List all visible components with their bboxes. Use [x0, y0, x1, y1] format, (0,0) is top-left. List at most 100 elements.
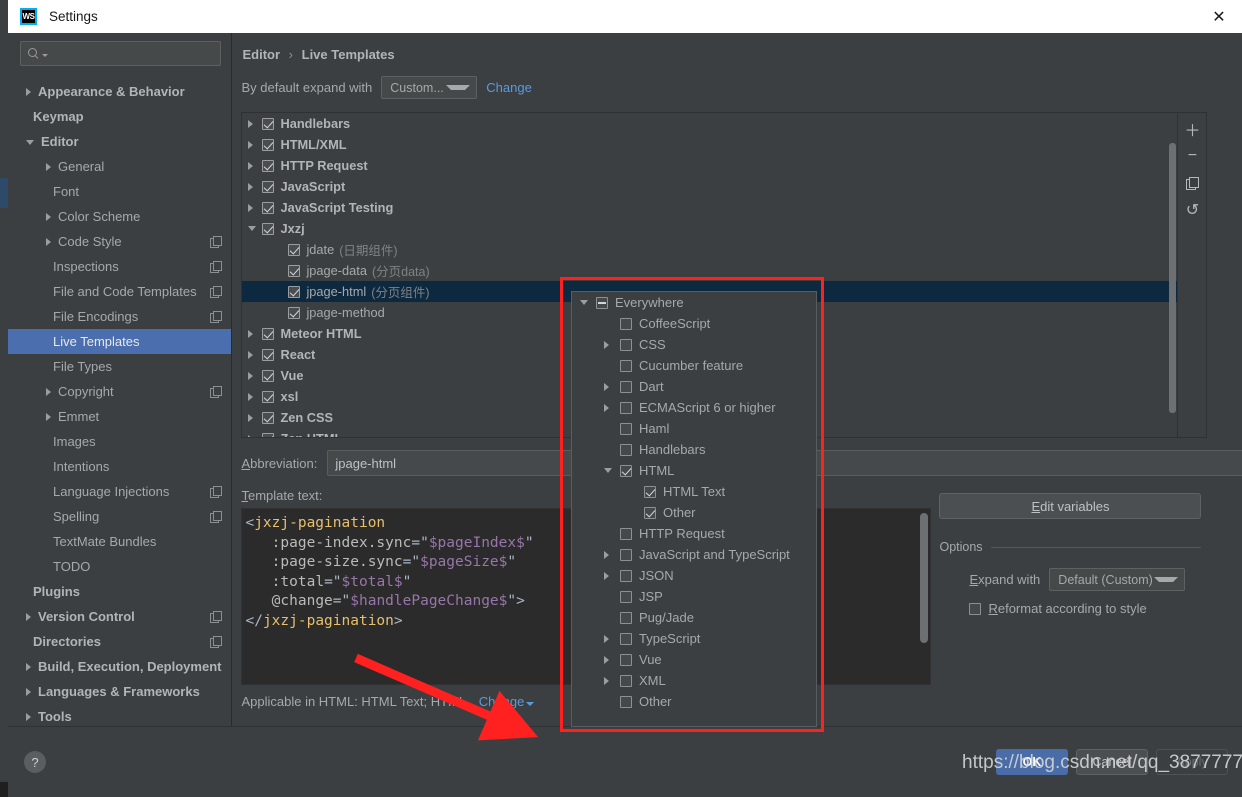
sidebar-item-language-injections[interactable]: Language Injections	[8, 479, 231, 504]
expand-with-dropdown[interactable]: Default (Custom)	[1049, 568, 1186, 591]
checkbox[interactable]	[262, 222, 275, 235]
checkbox[interactable]	[620, 548, 632, 561]
checkbox[interactable]	[620, 632, 632, 645]
table-row[interactable]: jdate (日期组件)	[242, 239, 1177, 260]
chevron-right-icon[interactable]	[248, 434, 262, 437]
add-template-button[interactable]: ＋	[1181, 119, 1204, 140]
sidebar-item-plugins[interactable]: Plugins	[8, 579, 231, 604]
chevron-right-icon[interactable]	[26, 662, 31, 671]
close-icon[interactable]: ✕	[1196, 0, 1242, 33]
list-item[interactable]: Dart	[572, 376, 816, 397]
chevron-right-icon[interactable]	[248, 119, 262, 128]
chevron-right-icon[interactable]	[604, 655, 620, 664]
sidebar-item-appearance-behavior[interactable]: Appearance & Behavior	[8, 79, 231, 104]
change-expand-link[interactable]: Change	[486, 80, 532, 95]
help-button[interactable]: ?	[24, 751, 46, 773]
search-input[interactable]	[20, 41, 222, 66]
applicable-contexts-popup[interactable]: Everywhere CoffeeScript CSS Cucumber featur…	[571, 291, 817, 727]
checkbox[interactable]	[620, 653, 632, 666]
list-item[interactable]: CSS	[572, 334, 816, 355]
chevron-right-icon[interactable]	[604, 403, 620, 412]
sidebar-item-version-control[interactable]: Version Control	[8, 604, 231, 629]
sidebar-item-emmet[interactable]: Emmet	[8, 404, 231, 429]
sidebar-item-file-encodings[interactable]: File Encodings	[8, 304, 231, 329]
chevron-right-icon[interactable]	[604, 676, 620, 685]
checkbox[interactable]	[288, 243, 301, 256]
sidebar-item-tools[interactable]: Tools	[8, 704, 231, 726]
list-item[interactable]: ECMAScript 6 or higher	[572, 397, 816, 418]
list-item[interactable]: Cucumber feature	[572, 355, 816, 376]
list-item[interactable]: Everywhere	[572, 292, 816, 313]
checkbox[interactable]	[620, 464, 632, 477]
chevron-right-icon[interactable]	[26, 612, 31, 621]
checkbox[interactable]	[620, 569, 632, 582]
checkbox[interactable]	[596, 296, 608, 309]
table-row[interactable]: JavaScript Testing	[242, 197, 1177, 218]
chevron-right-icon[interactable]	[26, 87, 31, 96]
table-row[interactable]: jpage-data (分页data)	[242, 260, 1177, 281]
checkbox[interactable]	[262, 117, 275, 130]
list-item[interactable]: JSP	[572, 586, 816, 607]
list-item[interactable]: HTML Text	[572, 481, 816, 502]
chevron-right-icon[interactable]	[604, 340, 620, 349]
chevron-right-icon[interactable]	[248, 413, 262, 422]
reformat-option-row[interactable]: Reformat according to style	[969, 601, 1201, 616]
checkbox[interactable]	[262, 432, 275, 437]
checkbox[interactable]	[644, 485, 656, 498]
checkbox[interactable]	[262, 411, 275, 424]
sidebar-item-intentions[interactable]: Intentions	[8, 454, 231, 479]
chevron-right-icon[interactable]	[604, 634, 620, 643]
checkbox[interactable]	[288, 306, 301, 319]
revert-template-button[interactable]: ↺	[1181, 200, 1204, 220]
chevron-right-icon[interactable]	[248, 392, 262, 401]
checkbox[interactable]	[288, 285, 301, 298]
chevron-right-icon[interactable]	[248, 140, 262, 149]
checkbox[interactable]	[620, 317, 632, 330]
chevron-right-icon[interactable]	[46, 162, 51, 171]
checkbox[interactable]	[644, 506, 656, 519]
checkbox[interactable]	[262, 390, 275, 403]
chevron-right-icon[interactable]	[46, 237, 51, 246]
sidebar-item-spelling[interactable]: Spelling	[8, 504, 231, 529]
list-item[interactable]: TypeScript	[572, 628, 816, 649]
chevron-right-icon[interactable]	[604, 550, 620, 559]
list-item[interactable]: JSON	[572, 565, 816, 586]
list-item[interactable]: Vue	[572, 649, 816, 670]
checkbox[interactable]	[620, 590, 632, 603]
sidebar-item-file-types[interactable]: File Types	[8, 354, 231, 379]
chevron-right-icon[interactable]	[46, 387, 51, 396]
sidebar-item-color-scheme[interactable]: Color Scheme	[8, 204, 231, 229]
chevron-right-icon[interactable]	[26, 687, 31, 696]
checkbox[interactable]	[262, 327, 275, 340]
template-text-scrollbar[interactable]	[920, 513, 929, 643]
templates-tree-scrollbar[interactable]	[1169, 143, 1177, 413]
sidebar-item-textmate-bundles[interactable]: TextMate Bundles	[8, 529, 231, 554]
checkbox[interactable]	[620, 359, 632, 372]
list-item[interactable]: CoffeeScript	[572, 313, 816, 334]
sidebar-item-code-style[interactable]: Code Style	[8, 229, 231, 254]
ok-button[interactable]: OK	[996, 749, 1068, 775]
chevron-right-icon[interactable]	[248, 203, 262, 212]
checkbox[interactable]	[262, 369, 275, 382]
list-item[interactable]: HTTP Request	[572, 523, 816, 544]
remove-template-button[interactable]: −	[1181, 146, 1204, 166]
table-row[interactable]: Handlebars	[242, 113, 1177, 134]
chevron-down-icon[interactable]	[26, 140, 34, 145]
sidebar-item-languages-frameworks[interactable]: Languages & Frameworks	[8, 679, 231, 704]
chevron-right-icon[interactable]	[248, 329, 262, 338]
checkbox[interactable]	[620, 380, 632, 393]
checkbox[interactable]	[262, 138, 275, 151]
table-row[interactable]: HTML/XML	[242, 134, 1177, 155]
checkbox[interactable]	[620, 674, 632, 687]
checkbox[interactable]	[262, 159, 275, 172]
table-row[interactable]: JavaScript	[242, 176, 1177, 197]
checkbox[interactable]	[620, 338, 632, 351]
sidebar-item-images[interactable]: Images	[8, 429, 231, 454]
default-expand-dropdown[interactable]: Custom...	[381, 76, 478, 99]
checkbox[interactable]	[620, 422, 632, 435]
edit-variables-button[interactable]: Edit variables	[939, 493, 1202, 519]
applicable-change-link[interactable]: Change	[479, 694, 535, 709]
sidebar-item-editor[interactable]: Editor	[8, 129, 231, 154]
chevron-right-icon[interactable]	[604, 382, 620, 391]
sidebar-item-file-and-code-templates[interactable]: File and Code Templates	[8, 279, 231, 304]
